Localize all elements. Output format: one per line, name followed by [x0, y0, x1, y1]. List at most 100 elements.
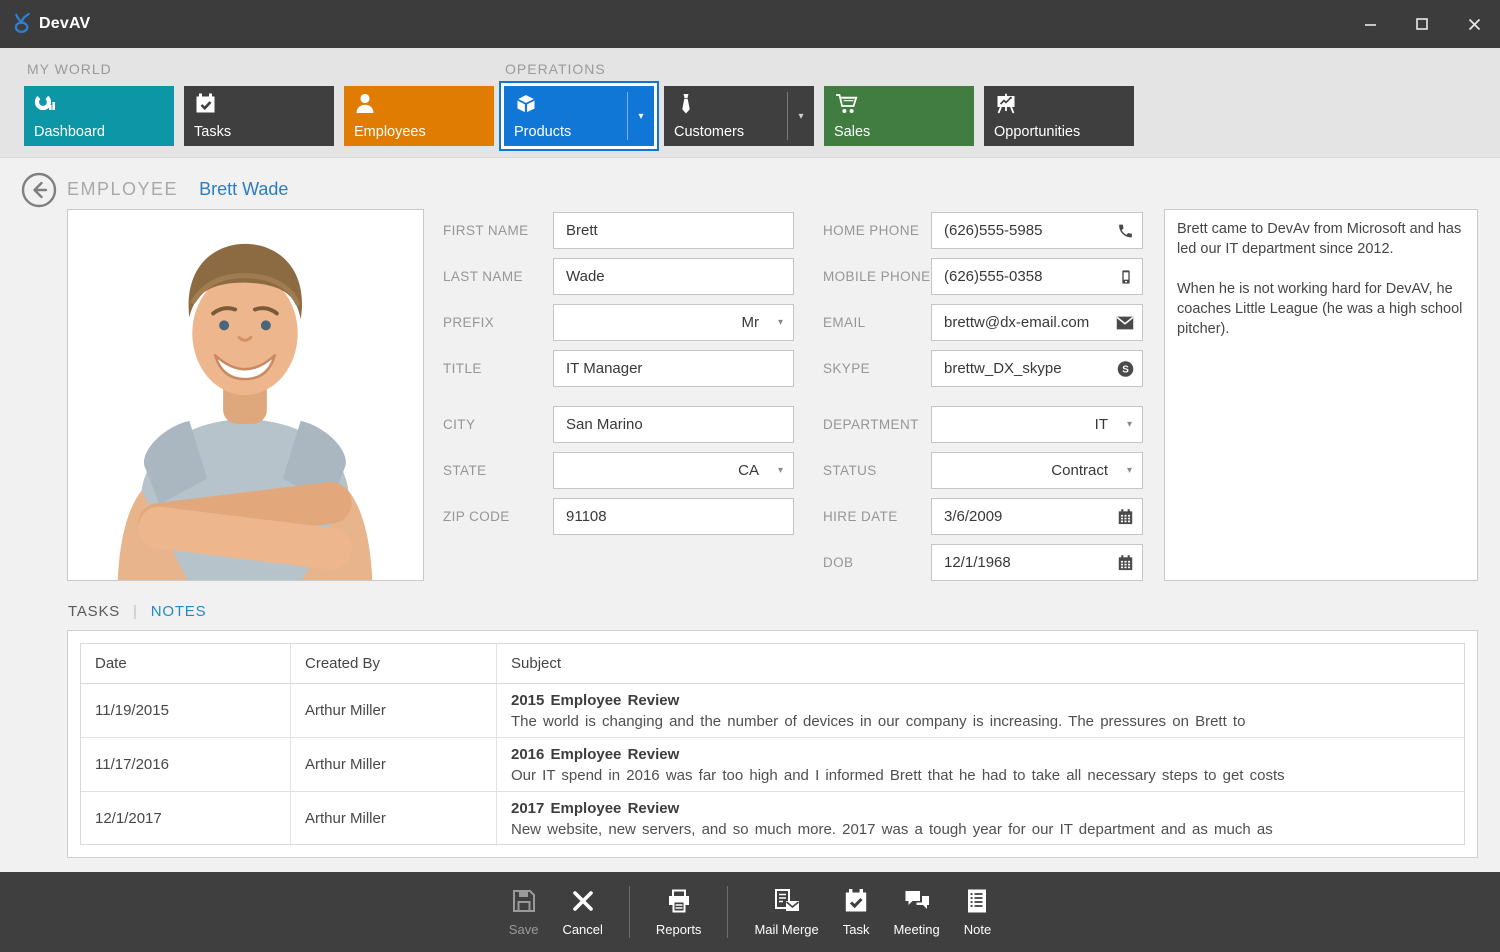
dob-value: 12/1/1968: [944, 545, 1011, 580]
reports-button[interactable]: Reports: [656, 888, 702, 937]
back-button[interactable]: [21, 172, 57, 208]
tile-products[interactable]: Products ▾: [504, 86, 654, 146]
state-value: CA: [738, 453, 759, 488]
dob-label: DOB: [823, 544, 853, 581]
tile-label: Customers: [674, 124, 744, 140]
mail-merge-icon: [773, 888, 801, 917]
app-title: DevAV: [39, 15, 90, 33]
note-button[interactable]: Note: [964, 888, 991, 937]
tile-sales[interactable]: Sales: [824, 86, 974, 146]
minimize-button[interactable]: [1344, 0, 1396, 48]
note-list-icon: [965, 888, 989, 917]
skype-icon: S: [1117, 360, 1134, 377]
dashboard-chart-icon: [34, 92, 58, 121]
mobile-phone-value: (626)555-0358: [944, 259, 1042, 294]
meeting-label: Meeting: [893, 922, 939, 937]
products-dropdown-button[interactable]: ▾: [627, 92, 654, 140]
employee-photo: [67, 209, 424, 581]
subject-title: 2015 Employee Review: [511, 684, 1464, 711]
hire-date-field[interactable]: 3/6/2009: [931, 498, 1143, 535]
zip-code-value: 91108: [566, 499, 607, 534]
maximize-button[interactable]: [1396, 0, 1448, 48]
title-value: IT Manager: [566, 351, 642, 386]
tile-employees[interactable]: Employees: [344, 86, 494, 146]
employee-notes-textarea[interactable]: Brett came to DevAv from Microsoft and h…: [1164, 209, 1478, 581]
mail-merge-label: Mail Merge: [754, 922, 818, 937]
task-calendar-icon: [843, 888, 869, 917]
title-field[interactable]: IT Manager: [553, 350, 794, 387]
mobile-phone-field[interactable]: (626)555-0358: [931, 258, 1143, 295]
table-row[interactable]: 11/17/2016 Arthur Miller 2016 Employee R…: [81, 738, 1464, 792]
phone-icon: [1117, 222, 1134, 239]
prefix-dropdown[interactable]: Mr ▾: [553, 304, 794, 341]
prefix-label: PREFIX: [443, 304, 494, 341]
cell-created-by: Arthur Miller: [291, 738, 497, 791]
notes-table: Date Created By Subject 11/19/2015 Arthu…: [80, 643, 1465, 845]
save-button[interactable]: Save: [509, 888, 539, 937]
department-value: IT: [1095, 407, 1108, 442]
save-icon: [511, 888, 537, 917]
last-name-field[interactable]: Wade: [553, 258, 794, 295]
customers-dropdown-button[interactable]: ▾: [787, 92, 814, 140]
meeting-button[interactable]: Meeting: [893, 888, 939, 937]
group-label-my-world: MY WORLD: [27, 61, 112, 77]
window-controls: [1344, 0, 1500, 48]
state-label: STATE: [443, 452, 487, 489]
table-row[interactable]: 11/19/2015 Arthur Miller 2015 Employee R…: [81, 684, 1464, 738]
tie-icon: [674, 92, 698, 121]
dob-field[interactable]: 12/1/1968: [931, 544, 1143, 581]
cancel-x-icon: [571, 888, 595, 917]
home-phone-field[interactable]: (626)555-5985: [931, 212, 1143, 249]
task-button[interactable]: Task: [843, 888, 870, 937]
bottom-toolbar: Save Cancel Reports: [0, 872, 1500, 952]
notes-table-container: Date Created By Subject 11/19/2015 Arthu…: [67, 630, 1478, 858]
chevron-down-icon: ▾: [1127, 407, 1132, 442]
close-button[interactable]: [1448, 0, 1500, 48]
person-icon: [354, 92, 378, 121]
first-name-value: Brett: [566, 213, 598, 248]
home-phone-value: (626)555-5985: [944, 213, 1042, 248]
cell-created-by: Arthur Miller: [291, 684, 497, 737]
employee-name: Brett Wade: [199, 179, 288, 199]
title-label: TITLE: [443, 350, 482, 387]
employee-header: EMPLOYEE Brett Wade: [67, 179, 288, 200]
city-label: CITY: [443, 406, 475, 443]
cell-date: 11/17/2016: [81, 738, 291, 791]
status-label: STATUS: [823, 452, 877, 489]
column-header-created-by[interactable]: Created By: [291, 644, 497, 683]
calendar-icon: [1117, 508, 1134, 525]
email-field[interactable]: brettw@dx-email.com: [931, 304, 1143, 341]
calendar-check-icon: [194, 92, 218, 121]
tile-dashboard[interactable]: Dashboard: [24, 86, 174, 146]
tab-notes[interactable]: NOTES: [151, 603, 207, 620]
chevron-down-icon: ▾: [638, 111, 643, 122]
group-label-operations: OPERATIONS: [505, 61, 606, 77]
tab-tasks[interactable]: TASKS: [68, 603, 120, 620]
tile-label: Tasks: [194, 124, 231, 140]
calendar-icon: [1117, 554, 1134, 571]
column-header-date[interactable]: Date: [81, 644, 291, 683]
column-header-subject[interactable]: Subject: [497, 644, 1464, 683]
department-dropdown[interactable]: IT ▾: [931, 406, 1143, 443]
city-field[interactable]: San Marino: [553, 406, 794, 443]
cell-created-by: Arthur Miller: [291, 792, 497, 846]
tile-opportunities[interactable]: Opportunities: [984, 86, 1134, 146]
mail-merge-button[interactable]: Mail Merge: [754, 888, 818, 937]
detail-tabs: TASKS | NOTES: [68, 603, 206, 620]
employee-portrait-illustration: [68, 210, 423, 580]
skype-field[interactable]: brettw_DX_skype S: [931, 350, 1143, 387]
tile-label: Products: [514, 124, 571, 140]
status-dropdown[interactable]: Contract ▾: [931, 452, 1143, 489]
tile-customers[interactable]: Customers ▾: [664, 86, 814, 146]
cube-icon: [514, 92, 538, 121]
chevron-down-icon: ▾: [778, 453, 783, 488]
cell-date: 12/1/2017: [81, 792, 291, 846]
tile-tasks[interactable]: Tasks: [184, 86, 334, 146]
state-dropdown[interactable]: CA ▾: [553, 452, 794, 489]
cell-date: 11/19/2015: [81, 684, 291, 737]
subject-text: Our IT spend in 2016 was far too high an…: [511, 765, 1464, 786]
first-name-field[interactable]: Brett: [553, 212, 794, 249]
cancel-button[interactable]: Cancel: [562, 888, 602, 937]
zip-code-field[interactable]: 91108: [553, 498, 794, 535]
table-row[interactable]: 12/1/2017 Arthur Miller 2017 Employee Re…: [81, 792, 1464, 846]
